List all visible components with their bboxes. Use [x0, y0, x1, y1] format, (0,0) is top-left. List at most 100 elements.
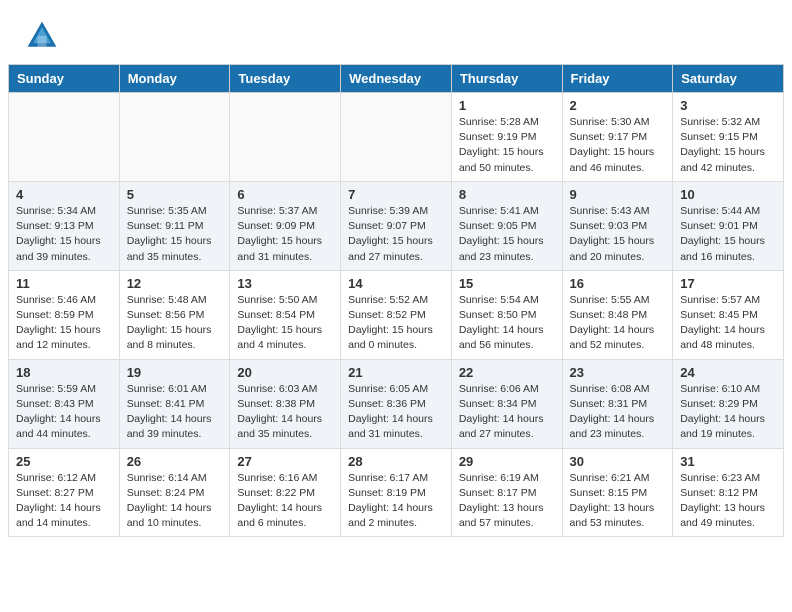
day-info: Sunrise: 6:23 AM Sunset: 8:12 PM Dayligh…: [680, 471, 776, 532]
day-number: 28: [348, 454, 444, 469]
day-number: 18: [16, 365, 112, 380]
calendar-day-cell: 31 Sunrise: 6:23 AM Sunset: 8:12 PM Dayli…: [673, 448, 784, 537]
day-number: 23: [570, 365, 666, 380]
calendar-body: 1Sunrise: 5:28 AM Sunset: 9:19 PM Daylig…: [9, 93, 784, 537]
day-info: Sunrise: 6:17 AM Sunset: 8:19 PM Dayligh…: [348, 471, 444, 532]
day-info: Sunrise: 5:59 AM Sunset: 8:43 PM Dayligh…: [16, 382, 112, 443]
day-info: Sunrise: 5:43 AM Sunset: 9:03 PM Dayligh…: [570, 204, 666, 265]
calendar-day-cell: [9, 93, 120, 182]
day-info: Sunrise: 6:03 AM Sunset: 8:38 PM Dayligh…: [237, 382, 333, 443]
day-info: Sunrise: 5:28 AM Sunset: 9:19 PM Dayligh…: [459, 115, 555, 176]
calendar-day-cell: 8 Sunrise: 5:41 AM Sunset: 9:05 PM Daylig…: [451, 181, 562, 270]
day-of-week-header: Tuesday: [230, 65, 341, 93]
day-info: Sunrise: 5:48 AM Sunset: 8:56 PM Dayligh…: [127, 293, 223, 354]
calendar-day-cell: [119, 93, 230, 182]
day-of-week-header: Monday: [119, 65, 230, 93]
day-info: Sunrise: 5:50 AM Sunset: 8:54 PM Dayligh…: [237, 293, 333, 354]
calendar-day-cell: 11Sunrise: 5:46 AM Sunset: 8:59 PM Dayli…: [9, 270, 120, 359]
day-number: 16: [570, 276, 666, 291]
day-number: 2: [570, 98, 666, 113]
calendar-day-cell: 24 Sunrise: 6:10 AM Sunset: 8:29 PM Dayli…: [673, 359, 784, 448]
calendar-day-cell: 6Sunrise: 5:37 AM Sunset: 9:09 PM Daylig…: [230, 181, 341, 270]
calendar-day-cell: 23 Sunrise: 6:08 AM Sunset: 8:31 PM Dayli…: [562, 359, 673, 448]
day-info: Sunrise: 5:32 AM Sunset: 9:15 PM Dayligh…: [680, 115, 776, 176]
calendar-day-cell: 7Sunrise: 5:39 AM Sunset: 9:07 PM Daylig…: [341, 181, 452, 270]
calendar-table: SundayMondayTuesdayWednesdayThursdayFrid…: [8, 64, 784, 537]
day-number: 13: [237, 276, 333, 291]
day-of-week-header: Friday: [562, 65, 673, 93]
day-number: 9: [570, 187, 666, 202]
day-info: Sunrise: 6:21 AM Sunset: 8:15 PM Dayligh…: [570, 471, 666, 532]
calendar-day-cell: 26 Sunrise: 6:14 AM Sunset: 8:24 PM Dayli…: [119, 448, 230, 537]
day-info: Sunrise: 5:57 AM Sunset: 8:45 PM Dayligh…: [680, 293, 776, 354]
calendar-day-cell: [230, 93, 341, 182]
calendar-day-cell: 2 Sunrise: 5:30 AM Sunset: 9:17 PM Daylig…: [562, 93, 673, 182]
day-number: 10: [680, 187, 776, 202]
day-number: 15: [459, 276, 555, 291]
day-number: 21: [348, 365, 444, 380]
day-number: 14: [348, 276, 444, 291]
calendar-day-cell: 17 Sunrise: 5:57 AM Sunset: 8:45 PM Dayli…: [673, 270, 784, 359]
day-of-week-header: Wednesday: [341, 65, 452, 93]
day-number: 22: [459, 365, 555, 380]
day-info: Sunrise: 6:10 AM Sunset: 8:29 PM Dayligh…: [680, 382, 776, 443]
day-info: Sunrise: 6:12 AM Sunset: 8:27 PM Dayligh…: [16, 471, 112, 532]
calendar-week-row: 1Sunrise: 5:28 AM Sunset: 9:19 PM Daylig…: [9, 93, 784, 182]
calendar-week-row: 25 Sunrise: 6:12 AM Sunset: 8:27 PM Dayli…: [9, 448, 784, 537]
day-info: Sunrise: 5:30 AM Sunset: 9:17 PM Dayligh…: [570, 115, 666, 176]
day-number: 27: [237, 454, 333, 469]
header-row: SundayMondayTuesdayWednesdayThursdayFrid…: [9, 65, 784, 93]
day-info: Sunrise: 5:35 AM Sunset: 9:11 PM Dayligh…: [127, 204, 223, 265]
day-number: 24: [680, 365, 776, 380]
calendar-day-cell: 1Sunrise: 5:28 AM Sunset: 9:19 PM Daylig…: [451, 93, 562, 182]
calendar-day-cell: 15 Sunrise: 5:54 AM Sunset: 8:50 PM Dayli…: [451, 270, 562, 359]
calendar-day-cell: 5 Sunrise: 5:35 AM Sunset: 9:11 PM Daylig…: [119, 181, 230, 270]
day-info: Sunrise: 5:52 AM Sunset: 8:52 PM Dayligh…: [348, 293, 444, 354]
day-number: 6: [237, 187, 333, 202]
calendar-week-row: 4Sunrise: 5:34 AM Sunset: 9:13 PM Daylig…: [9, 181, 784, 270]
day-number: 30: [570, 454, 666, 469]
day-of-week-header: Thursday: [451, 65, 562, 93]
logo: [24, 18, 66, 54]
calendar-day-cell: 4Sunrise: 5:34 AM Sunset: 9:13 PM Daylig…: [9, 181, 120, 270]
calendar-day-cell: 13 Sunrise: 5:50 AM Sunset: 8:54 PM Dayli…: [230, 270, 341, 359]
day-number: 5: [127, 187, 223, 202]
day-of-week-header: Saturday: [673, 65, 784, 93]
calendar-day-cell: 27Sunrise: 6:16 AM Sunset: 8:22 PM Dayli…: [230, 448, 341, 537]
day-number: 31: [680, 454, 776, 469]
day-info: Sunrise: 6:19 AM Sunset: 8:17 PM Dayligh…: [459, 471, 555, 532]
day-info: Sunrise: 6:01 AM Sunset: 8:41 PM Dayligh…: [127, 382, 223, 443]
day-number: 8: [459, 187, 555, 202]
calendar-day-cell: 16Sunrise: 5:55 AM Sunset: 8:48 PM Dayli…: [562, 270, 673, 359]
calendar-day-cell: 20 Sunrise: 6:03 AM Sunset: 8:38 PM Dayli…: [230, 359, 341, 448]
day-number: 3: [680, 98, 776, 113]
calendar-day-cell: 22 Sunrise: 6:06 AM Sunset: 8:34 PM Dayli…: [451, 359, 562, 448]
day-info: Sunrise: 6:05 AM Sunset: 8:36 PM Dayligh…: [348, 382, 444, 443]
day-info: Sunrise: 5:34 AM Sunset: 9:13 PM Dayligh…: [16, 204, 112, 265]
calendar-day-cell: 3 Sunrise: 5:32 AM Sunset: 9:15 PM Daylig…: [673, 93, 784, 182]
day-number: 7: [348, 187, 444, 202]
calendar-day-cell: 28 Sunrise: 6:17 AM Sunset: 8:19 PM Dayli…: [341, 448, 452, 537]
calendar-day-cell: 10 Sunrise: 5:44 AM Sunset: 9:01 PM Dayli…: [673, 181, 784, 270]
calendar-day-cell: 12 Sunrise: 5:48 AM Sunset: 8:56 PM Dayli…: [119, 270, 230, 359]
day-number: 19: [127, 365, 223, 380]
day-number: 17: [680, 276, 776, 291]
calendar-day-cell: 21 Sunrise: 6:05 AM Sunset: 8:36 PM Dayli…: [341, 359, 452, 448]
page-header: [0, 0, 792, 64]
calendar-day-cell: 19 Sunrise: 6:01 AM Sunset: 8:41 PM Dayli…: [119, 359, 230, 448]
calendar-wrapper: SundayMondayTuesdayWednesdayThursdayFrid…: [0, 64, 792, 545]
calendar-day-cell: 25 Sunrise: 6:12 AM Sunset: 8:27 PM Dayli…: [9, 448, 120, 537]
day-number: 25: [16, 454, 112, 469]
calendar-week-row: 11Sunrise: 5:46 AM Sunset: 8:59 PM Dayli…: [9, 270, 784, 359]
day-number: 11: [16, 276, 112, 291]
day-number: 26: [127, 454, 223, 469]
day-info: Sunrise: 6:06 AM Sunset: 8:34 PM Dayligh…: [459, 382, 555, 443]
day-info: Sunrise: 6:14 AM Sunset: 8:24 PM Dayligh…: [127, 471, 223, 532]
day-info: Sunrise: 5:54 AM Sunset: 8:50 PM Dayligh…: [459, 293, 555, 354]
day-number: 20: [237, 365, 333, 380]
day-number: 12: [127, 276, 223, 291]
day-info: Sunrise: 6:08 AM Sunset: 8:31 PM Dayligh…: [570, 382, 666, 443]
calendar-day-cell: 30 Sunrise: 6:21 AM Sunset: 8:15 PM Dayli…: [562, 448, 673, 537]
day-info: Sunrise: 5:41 AM Sunset: 9:05 PM Dayligh…: [459, 204, 555, 265]
day-info: Sunrise: 5:44 AM Sunset: 9:01 PM Dayligh…: [680, 204, 776, 265]
